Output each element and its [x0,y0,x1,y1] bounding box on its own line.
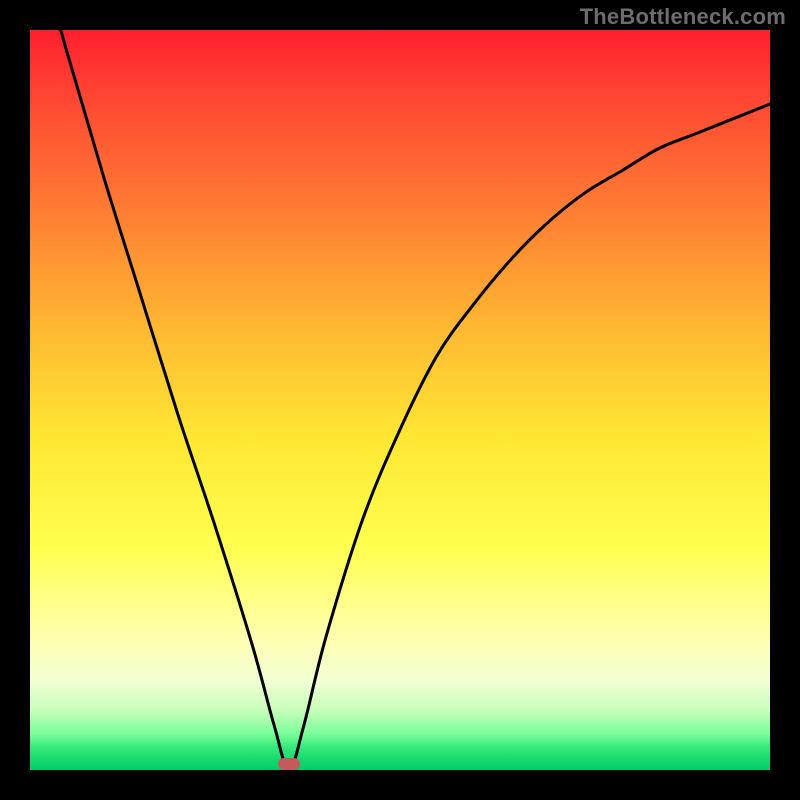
bottleneck-curve-path [30,30,770,770]
curve-svg [30,30,770,770]
minimum-marker [278,758,300,770]
watermark-text: TheBottleneck.com [580,4,786,30]
